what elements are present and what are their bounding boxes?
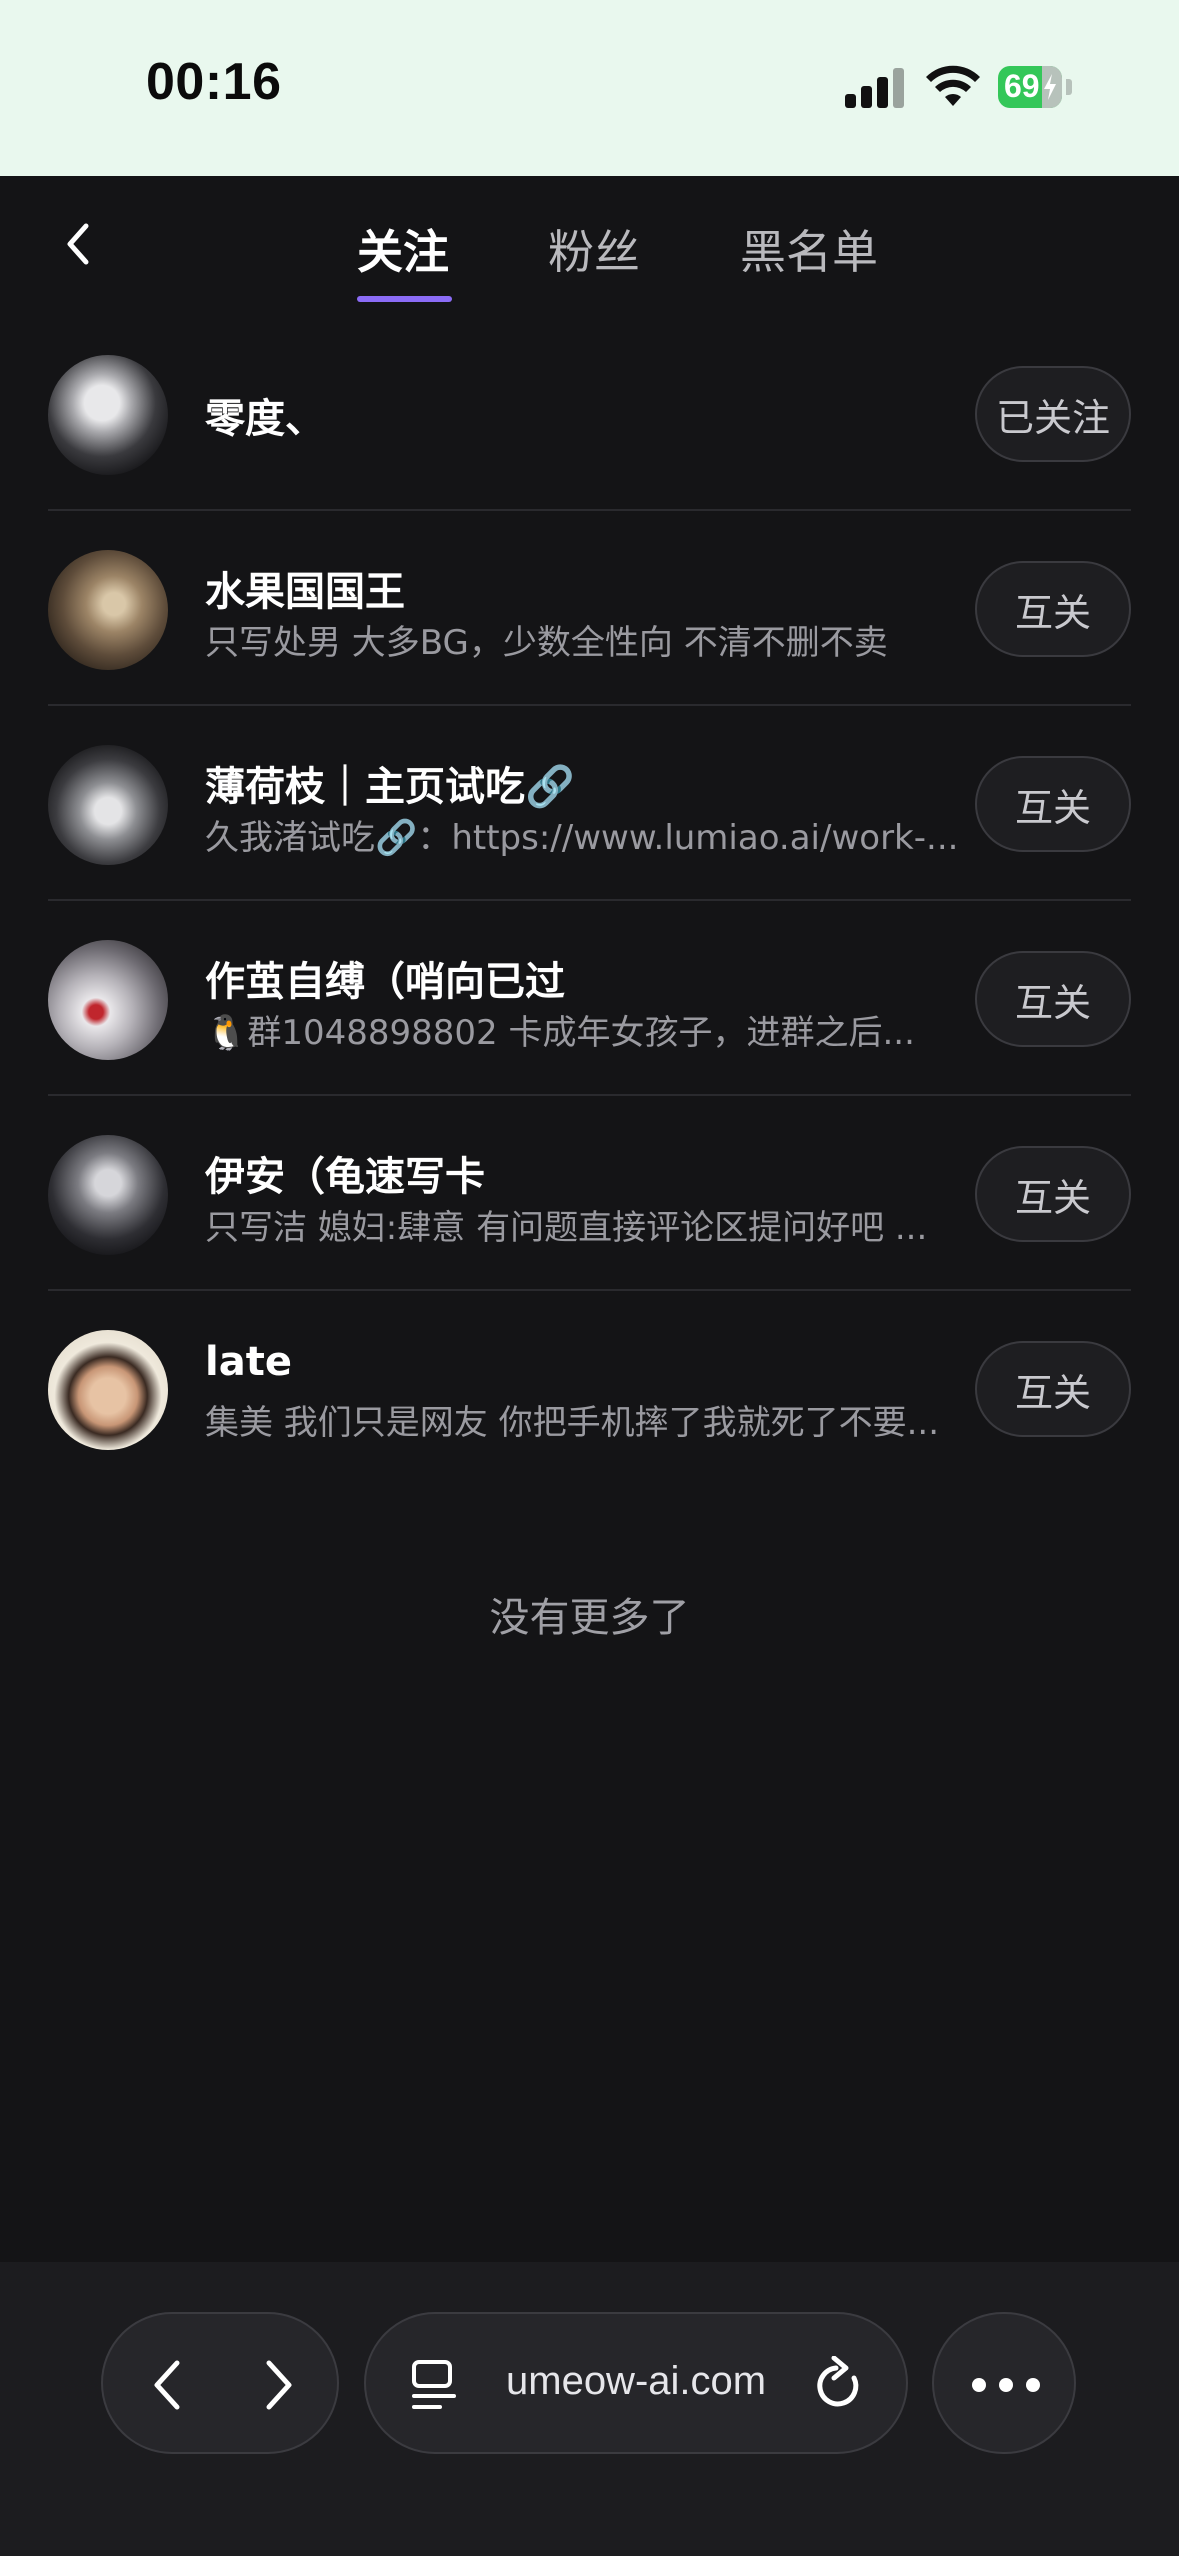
no-more-text: 没有更多了 [489, 1595, 690, 1641]
avatar[interactable] [48, 745, 168, 865]
tabs-icon[interactable] [410, 2358, 460, 2412]
list-item[interactable]: 零度、 已关注 [48, 316, 1131, 511]
mutual-follow-button[interactable]: 互关 [975, 1341, 1131, 1437]
status-bar: 00:16 69 [0, 0, 1179, 176]
avatar[interactable] [48, 355, 168, 475]
more-button[interactable] [932, 2312, 1076, 2454]
list-item[interactable]: 伊安（龟速写卡 只写洁 媳妇:肆意 有问题直接评论区提问好吧 ... 互关 [48, 1096, 1131, 1291]
user-name[interactable]: 水果国国王 [205, 559, 405, 617]
battery-icon: 69 [998, 66, 1062, 108]
url-text[interactable]: umeow-ai.com [506, 2359, 766, 2404]
follow-list: 零度、 已关注 水果国国王 只写处男 大多BG，少数全性向 不清不删不卖 互关 … [48, 316, 1131, 1486]
status-time: 00:16 [146, 53, 282, 111]
cellular-signal-icon [845, 66, 905, 108]
wifi-icon [926, 65, 980, 106]
page-header: 关注 粉丝 黑名单 [0, 176, 1179, 316]
reload-icon[interactable] [812, 2356, 866, 2414]
tab-blacklist[interactable]: 黑名单 [740, 216, 878, 282]
user-bio: 集美 我们只是网友 你把手机摔了我就死了不要... [205, 1403, 940, 1443]
mutual-follow-button[interactable]: 互关 [975, 951, 1131, 1047]
user-name[interactable]: 作茧自缚（哨向已过 [205, 949, 565, 1007]
battery-percent: 69 [1004, 68, 1040, 104]
user-bio: 久我渚试吃🔗：https://www.lumiao.ai/work-... [205, 818, 959, 858]
list-item[interactable]: 薄荷枝｜主页试吃🔗 久我渚试吃🔗：https://www.lumiao.ai/w… [48, 706, 1131, 901]
list-item[interactable]: 水果国国王 只写处男 大多BG，少数全性向 不清不删不卖 互关 [48, 511, 1131, 706]
avatar[interactable] [48, 550, 168, 670]
battery-tip [1066, 79, 1072, 95]
charging-bolt-icon [1044, 74, 1056, 100]
nav-buttons-group [101, 2312, 339, 2454]
chevron-left-icon[interactable] [58, 214, 98, 274]
chevron-right-icon[interactable] [249, 2355, 305, 2415]
mutual-follow-button[interactable]: 互关 [975, 561, 1131, 657]
user-name[interactable]: 薄荷枝｜主页试吃🔗 [205, 754, 575, 812]
chevron-left-icon[interactable] [141, 2355, 197, 2415]
following-button[interactable]: 已关注 [975, 366, 1131, 462]
mutual-follow-button[interactable]: 互关 [975, 1146, 1131, 1242]
address-bar[interactable]: umeow-ai.com [364, 2312, 908, 2454]
avatar[interactable] [48, 940, 168, 1060]
active-tab-indicator [357, 296, 452, 302]
user-name[interactable]: late [205, 1339, 292, 1385]
user-name[interactable]: 伊安（龟速写卡 [205, 1144, 485, 1202]
user-bio: 只写处男 大多BG，少数全性向 不清不删不卖 [205, 623, 888, 663]
user-bio: 只写洁 媳妇:肆意 有问题直接评论区提问好吧 ... [205, 1208, 928, 1248]
tab-following[interactable]: 关注 [357, 216, 449, 282]
more-icon[interactable] [970, 2376, 1042, 2394]
tab-fans[interactable]: 粉丝 [548, 216, 640, 282]
avatar[interactable] [48, 1330, 168, 1450]
browser-toolbar: umeow-ai.com [0, 2262, 1179, 2556]
avatar[interactable] [48, 1135, 168, 1255]
list-item[interactable]: 作茧自缚（哨向已过 🐧群1048898802 卡成年女孩子，进群之后... 互关 [48, 901, 1131, 1096]
list-item[interactable]: late 集美 我们只是网友 你把手机摔了我就死了不要... 互关 [48, 1291, 1131, 1486]
user-bio: 🐧群1048898802 卡成年女孩子，进群之后... [205, 1013, 915, 1053]
user-name[interactable]: 零度、 [205, 386, 325, 444]
mutual-follow-button[interactable]: 互关 [975, 756, 1131, 852]
